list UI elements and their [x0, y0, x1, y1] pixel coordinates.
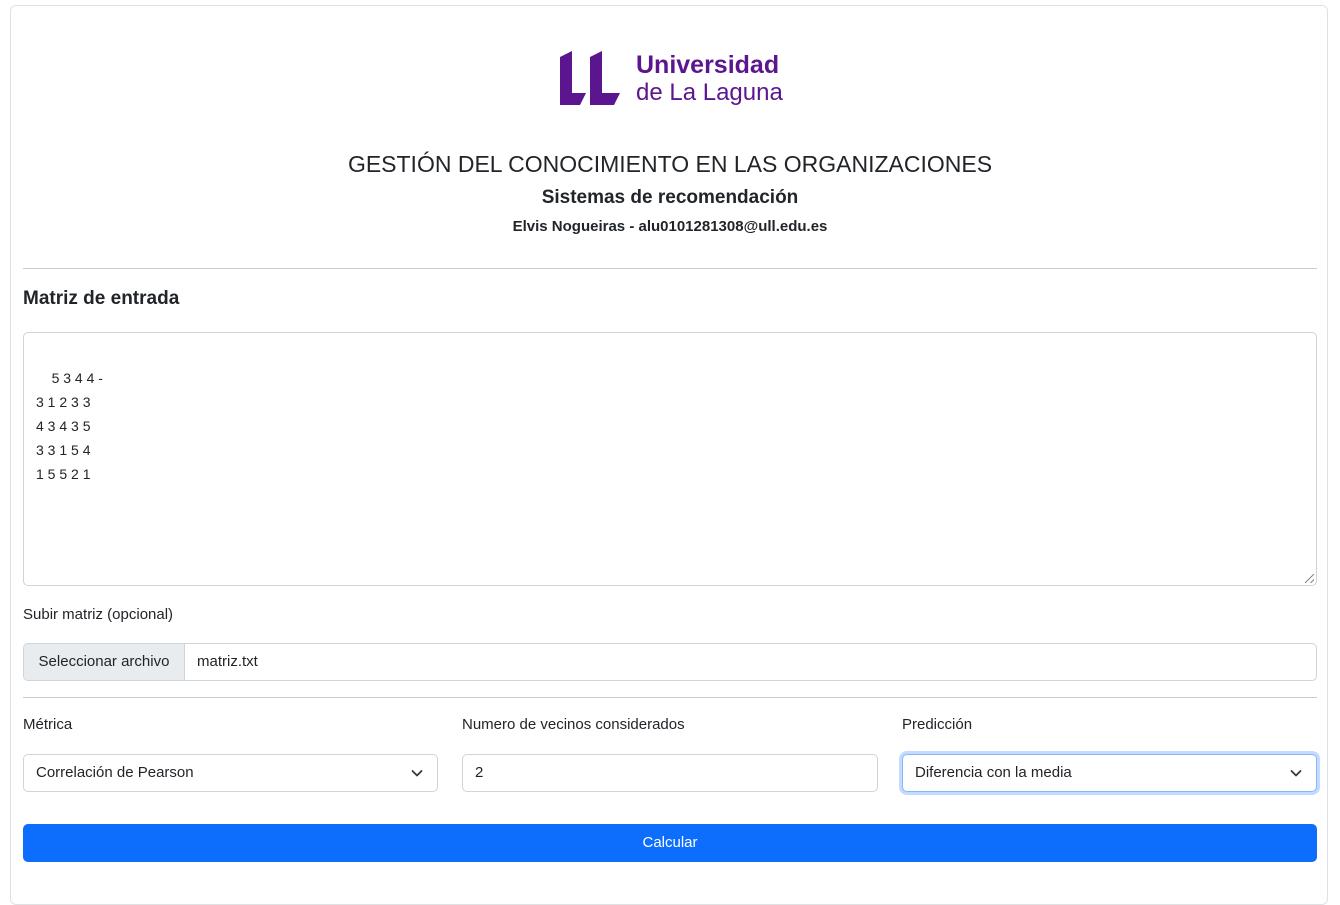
- divider-top: [23, 268, 1317, 269]
- upload-label: Subir matriz (opcional): [23, 606, 174, 623]
- page-subtitle: Sistemas de recomendación: [541, 187, 799, 208]
- chevron-down-icon: [1290, 770, 1302, 777]
- calculate-button[interactable]: Calcular: [23, 824, 1317, 862]
- prediction-selected-value: Diferencia con la media: [915, 764, 1072, 781]
- divider-middle: [23, 697, 1317, 698]
- page-title: GESTIÓN DEL CONOCIMIENTO EN LAS ORGANIZA…: [347, 151, 993, 177]
- selected-file-name: matriz.txt: [197, 653, 258, 670]
- author-line: Elvis Nogueiras - alu0101281308@ull.edu.…: [512, 218, 828, 235]
- prediction-label: Predicción: [902, 716, 973, 733]
- ull-logo-icon: [560, 51, 620, 105]
- choose-file-button[interactable]: Seleccionar archivo: [24, 644, 185, 680]
- logo-line2: de La Laguna: [636, 79, 783, 106]
- file-upload-input[interactable]: Seleccionar archivo matriz.txt: [23, 643, 1317, 681]
- prediction-select[interactable]: Diferencia con la media: [902, 754, 1317, 792]
- neighbors-label: Numero de vecinos considerados: [462, 716, 685, 733]
- metric-label: Métrica: [23, 716, 73, 733]
- matrix-textarea[interactable]: 5 3 4 4 - 3 1 2 3 3 4 3 4 3 5 3 3 1 5 4 …: [23, 332, 1317, 586]
- neighbors-input[interactable]: 2: [462, 754, 878, 792]
- matrix-textarea-value: 5 3 4 4 - 3 1 2 3 3 4 3 4 3 5 3 3 1 5 4 …: [36, 370, 103, 482]
- resize-handle-icon[interactable]: [1305, 574, 1314, 583]
- neighbors-value: 2: [475, 764, 484, 781]
- matrix-section-title: Matriz de entrada: [23, 288, 180, 309]
- main-card: Universidad de La Laguna GESTIÓN DEL CON…: [10, 5, 1328, 905]
- chevron-down-icon: [411, 770, 423, 777]
- metric-selected-value: Correlación de Pearson: [36, 764, 194, 781]
- logo-line1: Universidad: [636, 51, 780, 79]
- metric-select[interactable]: Correlación de Pearson: [23, 754, 438, 792]
- university-logo: Universidad de La Laguna: [558, 49, 798, 109]
